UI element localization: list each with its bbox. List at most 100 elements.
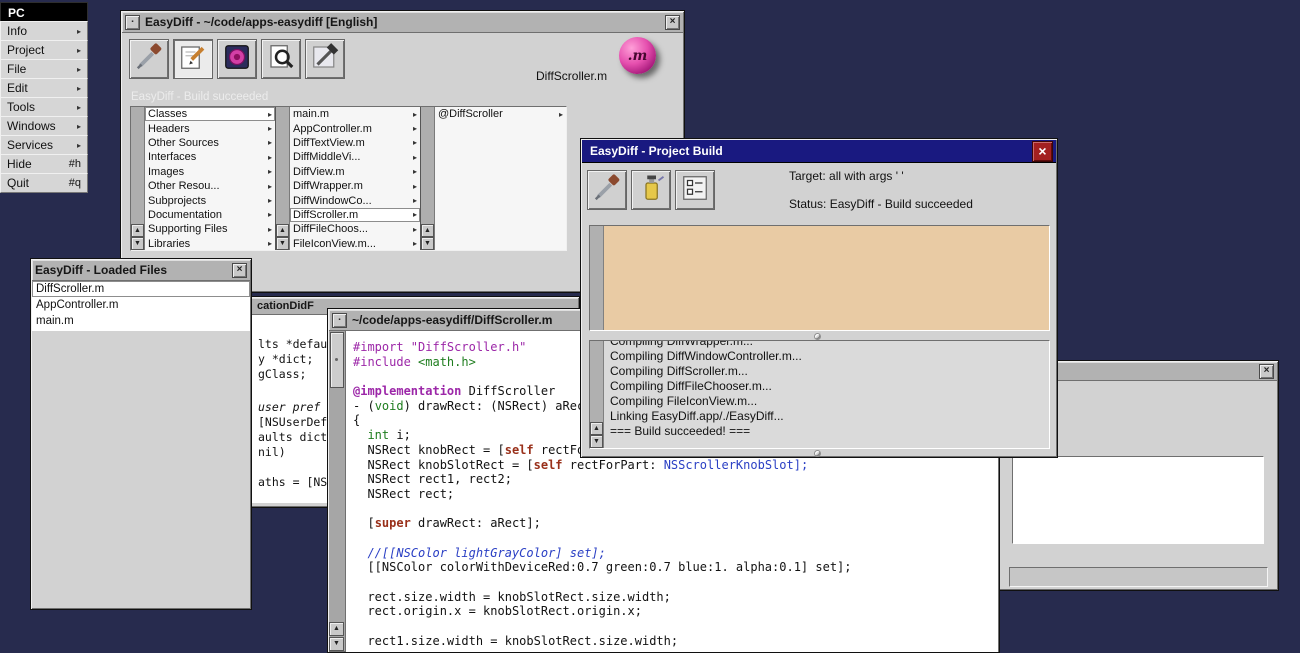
browser-row[interactable]: DiffMiddleVi...▸ xyxy=(290,150,420,164)
miniaturize-button[interactable]: ▪ xyxy=(332,313,347,328)
cleaner-bottle-icon xyxy=(636,173,666,208)
scroll-down-button[interactable]: ▼ xyxy=(131,237,144,250)
miniaturize-button[interactable]: ▪ xyxy=(125,15,140,30)
build-log-pane: ▲ ▼ Compiling DiffWrapper.m... Compiling… xyxy=(589,340,1050,449)
browser-row[interactable]: DiffWrapper.m▸ xyxy=(290,179,420,193)
code-line xyxy=(353,502,998,517)
menu-title[interactable]: PC xyxy=(0,2,88,22)
column-scrollbar[interactable]: ▲ ▼ xyxy=(276,107,290,250)
menu-item-tools[interactable]: Tools▸ xyxy=(0,97,88,117)
browser-row[interactable]: AppController.m▸ xyxy=(290,121,420,135)
menu-item-hide[interactable]: Hide#h xyxy=(0,154,88,174)
build-output-pane xyxy=(589,225,1050,331)
interface-palette-icon xyxy=(222,42,252,77)
loaded-file-row[interactable]: AppController.m xyxy=(32,297,250,313)
build-options-button[interactable] xyxy=(675,170,715,210)
menu-item-windows[interactable]: Windows▸ xyxy=(0,116,88,136)
build-button[interactable] xyxy=(587,170,627,210)
browser-row[interactable]: @DiffScroller▸ xyxy=(435,107,566,121)
close-button[interactable]: × xyxy=(665,15,680,30)
browser-row[interactable]: FileIconView.m...▸ xyxy=(290,237,420,250)
menu-shortcut: #q xyxy=(69,177,81,189)
browser-row[interactable]: DiffScroller.m▸ xyxy=(290,208,420,222)
scroll-up-button[interactable]: ▲ xyxy=(131,224,144,237)
menu-item-label: Hide xyxy=(7,157,32,171)
column-scrollbar[interactable]: ▲ ▼ xyxy=(131,107,145,250)
magnifier-icon xyxy=(266,42,296,77)
scroll-up-button[interactable]: ▲ xyxy=(590,422,603,435)
build-status-label: Status: EasyDiff - Build succeeded xyxy=(789,197,973,211)
titlebar[interactable]: EasyDiff - Loaded Files × xyxy=(32,260,250,281)
misc-white-panel[interactable] xyxy=(1012,456,1264,544)
browser-row[interactable]: Other Sources▸ xyxy=(145,136,275,150)
browser-row[interactable]: DiffFileChoos...▸ xyxy=(290,222,420,236)
browser-row[interactable]: Supporting Files▸ xyxy=(145,222,275,236)
browser-list: main.m▸ AppController.m▸ DiffTextView.m▸… xyxy=(290,107,420,250)
options-checklist-icon xyxy=(680,173,710,208)
splitter-dimple-icon[interactable] xyxy=(814,333,821,340)
editor-scrollbar[interactable]: ▲ ▼ xyxy=(329,331,346,651)
scrollbar-knob[interactable] xyxy=(330,332,344,388)
clean-button[interactable] xyxy=(631,170,671,210)
code-line: rect.size.width = knobSlotRect.size.widt… xyxy=(353,590,998,605)
close-button[interactable]: × xyxy=(1032,141,1053,162)
submenu-arrow-icon: ▸ xyxy=(77,65,81,74)
branch-arrow-icon: ▸ xyxy=(268,225,272,234)
menu-item-services[interactable]: Services▸ xyxy=(0,135,88,155)
branch-arrow-icon: ▸ xyxy=(413,182,417,191)
code-fragment: nil) xyxy=(258,445,286,459)
column-scrollbar[interactable]: ▲ ▼ xyxy=(421,107,435,250)
menu-item-label: Info xyxy=(7,24,27,38)
code-line: rect1.size.width = knobSlotRect.size.wid… xyxy=(353,634,998,649)
browser-row[interactable]: Interfaces▸ xyxy=(145,150,275,164)
loaded-files-list[interactable]: DiffScroller.m AppController.m main.m xyxy=(32,281,250,331)
browser-row[interactable]: main.m▸ xyxy=(290,107,420,121)
browser-row[interactable]: DiffWindowCo...▸ xyxy=(290,193,420,207)
menu-item-file[interactable]: File▸ xyxy=(0,59,88,79)
resize-dimple-icon[interactable] xyxy=(814,450,821,457)
close-button[interactable]: × xyxy=(232,263,247,278)
scroll-up-button[interactable]: ▲ xyxy=(276,224,289,237)
browser-column-groups: ▲ ▼ Classes▸ Headers▸ Other Sources▸ Int… xyxy=(131,107,276,250)
toolbar-build-button[interactable] xyxy=(129,39,169,79)
scroll-up-button[interactable]: ▲ xyxy=(329,622,344,636)
menu-item-info[interactable]: Info▸ xyxy=(0,21,88,41)
scroll-up-button[interactable]: ▲ xyxy=(421,224,434,237)
toolbar-find-button[interactable] xyxy=(261,39,301,79)
titlebar[interactable]: ▪ EasyDiff - ~/code/apps-easydiff [Engli… xyxy=(122,12,683,33)
menu-item-edit[interactable]: Edit▸ xyxy=(0,78,88,98)
browser-row[interactable]: Other Resou...▸ xyxy=(145,179,275,193)
menu-item-quit[interactable]: Quit#q xyxy=(0,173,88,193)
loaded-file-row[interactable]: DiffScroller.m xyxy=(32,281,250,297)
code-fragment: aths = [NS xyxy=(258,475,327,489)
scroll-down-button[interactable]: ▼ xyxy=(590,435,603,448)
toolbar-tools-button[interactable] xyxy=(305,39,345,79)
browser-row[interactable]: Documentation▸ xyxy=(145,208,275,222)
pane-scrollbar[interactable] xyxy=(590,226,604,330)
build-target-label: Target: all with args ' ' xyxy=(789,169,904,183)
browser-row[interactable]: Headers▸ xyxy=(145,121,275,135)
toolbar-interface-button[interactable] xyxy=(217,39,257,79)
build-log-text[interactable]: Compiling DiffWrapper.m... Compiling Dif… xyxy=(604,341,1049,448)
loaded-file-row[interactable]: main.m xyxy=(32,313,250,329)
browser-row[interactable]: Libraries▸ xyxy=(145,237,275,250)
browser-row[interactable]: Classes▸ xyxy=(145,107,275,121)
menu-item-project[interactable]: Project▸ xyxy=(0,40,88,60)
browser-list: @DiffScroller▸ xyxy=(435,107,566,250)
code-line xyxy=(353,531,998,546)
code-line: //[[NSColor lightGrayColor] set]; xyxy=(353,546,998,561)
browser-row[interactable]: DiffTextView.m▸ xyxy=(290,136,420,150)
scroll-down-button[interactable]: ▼ xyxy=(329,637,344,651)
code-fragment: user pref xyxy=(258,400,320,414)
browser-row[interactable]: Subprojects▸ xyxy=(145,193,275,207)
log-scrollbar[interactable]: ▲ ▼ xyxy=(590,341,604,448)
log-line: Linking EasyDiff.app/./EasyDiff... xyxy=(610,409,1049,424)
browser-row[interactable]: Images▸ xyxy=(145,165,275,179)
branch-arrow-icon: ▸ xyxy=(268,182,272,191)
titlebar[interactable]: EasyDiff - Project Build × xyxy=(582,140,1056,163)
browser-row[interactable]: DiffView.m▸ xyxy=(290,165,420,179)
toolbar-editor-button[interactable] xyxy=(173,39,213,79)
scroll-down-button[interactable]: ▼ xyxy=(421,237,434,250)
scroll-down-button[interactable]: ▼ xyxy=(276,237,289,250)
close-button[interactable]: × xyxy=(1259,364,1274,379)
